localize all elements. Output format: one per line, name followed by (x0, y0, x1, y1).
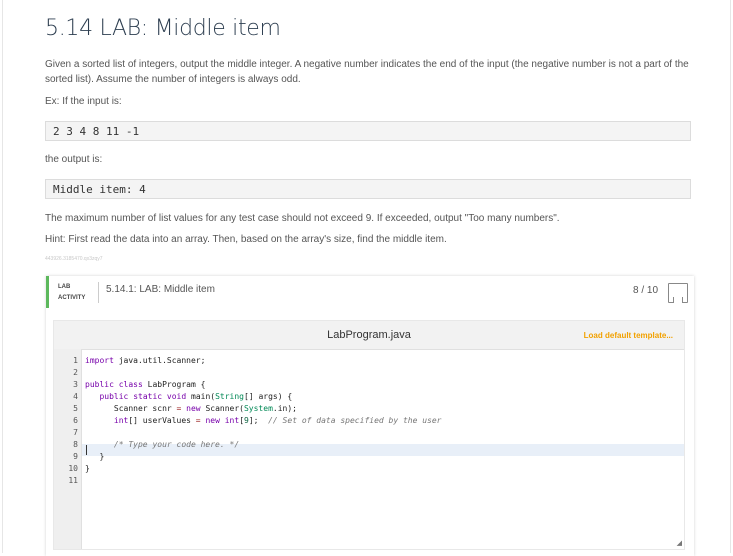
code-editor[interactable]: LabProgram.java Load default template...… (53, 320, 685, 550)
code-line[interactable]: Scanner scnr = new Scanner(System.in); (85, 404, 297, 413)
hint-text: Hint: First read the data into an array.… (45, 234, 447, 245)
resize-grip-icon[interactable]: ◢ (677, 539, 682, 547)
tracking-id: 443926.3185470.qx3zqy7 (45, 256, 103, 262)
code-line[interactable]: } (85, 452, 104, 461)
line-number: 7 (73, 428, 78, 437)
line-number: 4 (73, 392, 78, 401)
example-intro: Ex: If the input is: (45, 96, 122, 107)
example-output-box: Middle item: 4 (45, 179, 691, 199)
lab-title: 5.14.1: LAB: Middle item (106, 284, 215, 295)
code-line[interactable]: /* Type your code here. */ (85, 440, 239, 449)
lab-activity-panel: LAB ACTIVITY 5.14.1: LAB: Middle item 8 … (46, 276, 694, 556)
code-line[interactable]: } (85, 464, 90, 473)
completion-badge-icon (668, 283, 688, 303)
output-intro: the output is: (45, 154, 103, 165)
line-number: 3 (73, 380, 78, 389)
lab-header: LAB ACTIVITY 5.14.1: LAB: Middle item 8 … (46, 276, 694, 308)
lab-score: 8 / 10 (633, 285, 659, 296)
line-number: 8 (73, 440, 78, 449)
line-number: 1 (73, 356, 78, 365)
load-default-template-link[interactable]: Load default template... (584, 331, 673, 340)
code-line[interactable]: int[] userValues = new int[9]; // Set of… (85, 416, 442, 425)
lab-activity-tag: LAB ACTIVITY (58, 282, 85, 304)
lab-tag-line2: ACTIVITY (58, 295, 86, 301)
problem-description: Given a sorted list of integers, output … (45, 59, 689, 85)
code-line[interactable]: public static void main(String[] args) { (85, 392, 292, 401)
code-line[interactable]: public class LabProgram { (85, 380, 205, 389)
header-divider (98, 282, 99, 303)
line-number-gutter (54, 349, 82, 549)
max-note: The maximum number of list values for an… (45, 213, 560, 224)
text-cursor (86, 445, 87, 455)
editor-header: LabProgram.java Load default template... (54, 321, 684, 350)
line-number: 11 (68, 476, 78, 485)
line-number: 10 (68, 464, 78, 473)
line-number: 5 (73, 404, 78, 413)
line-number: 6 (73, 416, 78, 425)
example-input-box: 2 3 4 8 11 -1 (45, 121, 691, 141)
lab-tag-line1: LAB (58, 284, 71, 290)
line-number: 9 (73, 452, 78, 461)
line-number: 2 (73, 368, 78, 377)
page-title: 5.14 LAB: Middle item (45, 16, 281, 41)
code-line[interactable]: import java.util.Scanner; (85, 356, 205, 365)
